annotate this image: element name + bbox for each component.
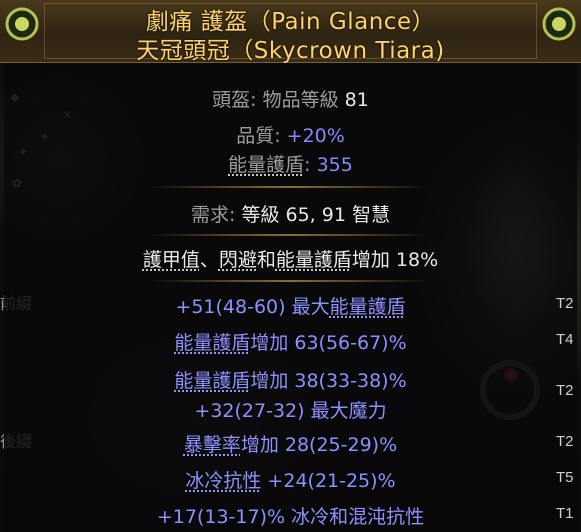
separator xyxy=(150,234,430,236)
explicit-mod: 冰冷抗性 +24(21-25)% xyxy=(185,470,396,492)
implicit-mod: 護甲值、閃避和能量護盾增加 18% xyxy=(0,245,581,272)
explicit-mod: 能量護盾增加 63(56-67)% xyxy=(174,332,407,354)
mod-tier-badge: T2 xyxy=(556,382,574,399)
item-level-value: 81 xyxy=(344,89,369,111)
explicit-mod: +51(48-60) 最大能量護盾 xyxy=(175,296,406,318)
energy-shield-line: 能量護盾: 355 xyxy=(228,154,353,176)
implicit-separator: 、 xyxy=(199,249,219,271)
quality-label: 品質 xyxy=(236,125,275,147)
requirements-stat: 智慧 xyxy=(351,204,390,226)
requirements-value: 等級 65, 91 xyxy=(241,204,346,226)
explicit-mod: 能量護盾增加 38(33-38)% xyxy=(174,370,407,392)
mod-tier-badge: T4 xyxy=(556,331,574,348)
requirements-label: 需求 xyxy=(190,204,229,226)
separator xyxy=(150,280,430,282)
energy-shield-label: 能量護盾 xyxy=(228,154,305,176)
item-class: 頭盔 xyxy=(212,89,251,111)
explicit-mod: +32(27-32) 最大魔力 xyxy=(194,400,387,422)
mod-tier-badge: T2 xyxy=(556,433,574,450)
quality-value: +20% xyxy=(286,125,345,147)
item-tooltip: 劇痛 護盔（Pain Glance） 天冠頭冠（Skycrown Tiara) … xyxy=(0,0,581,532)
item-class-line: 頭盔: 物品等級 81 xyxy=(212,89,369,111)
implicit-term-es: 能量護盾 xyxy=(275,249,352,271)
item-level-label: 物品等級 xyxy=(262,89,339,111)
energy-shield-value: 355 xyxy=(316,154,353,176)
mod-tier-badge: T5 xyxy=(556,469,574,486)
quality-line: 品質: +20% xyxy=(236,125,345,147)
explicit-mod: 暴擊率增加 28(25-29)% xyxy=(183,434,398,456)
tooltip-header: 劇痛 護盔（Pain Glance） 天冠頭冠（Skycrown Tiara) xyxy=(0,0,581,64)
implicit-term-evasion: 閃避 xyxy=(218,249,257,271)
mod-tier-badge: T2 xyxy=(556,295,574,312)
explicit-mod: +17(13-17)% 冰冷和混沌抗性 xyxy=(156,506,425,528)
requirements-line: 需求: 等級 65, 91 智慧 xyxy=(190,204,390,226)
mod-tier-badge: T1 xyxy=(556,505,574,522)
separator xyxy=(150,186,430,188)
implicit-value: 增加 18% xyxy=(351,249,439,271)
implicit-conjunction: 和 xyxy=(256,249,276,271)
item-base-type: 天冠頭冠（Skycrown Tiara) xyxy=(136,38,445,64)
implicit-term-armour: 護甲值 xyxy=(142,249,200,271)
